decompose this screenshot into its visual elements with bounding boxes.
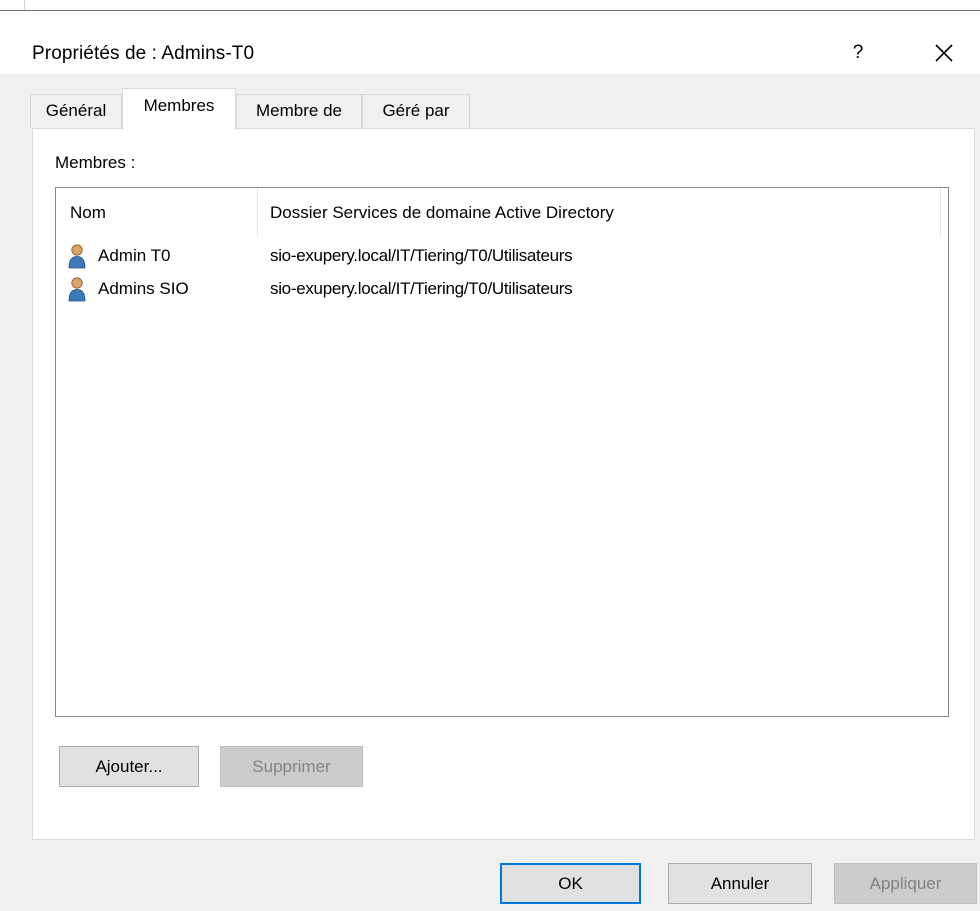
ok-button[interactable]: OK	[500, 863, 641, 904]
add-button[interactable]: Ajouter...	[59, 746, 199, 787]
members-list[interactable]: Nom Dossier Services de domaine Active D…	[55, 187, 949, 717]
member-folder: sio-exupery.local/IT/Tiering/T0/Utilisat…	[270, 279, 573, 298]
user-icon	[68, 277, 86, 302]
background-window-edge	[24, 0, 25, 10]
tab-membres[interactable]: Membres	[122, 88, 236, 130]
dialog-client-area: Général Membres Membre de Géré par Membr…	[0, 74, 980, 911]
tab-membre-de[interactable]: Membre de	[236, 94, 362, 128]
member-name: Admin T0	[98, 246, 171, 265]
list-item[interactable]: Admin T0 sio-exupery.local/IT/Tiering/T0…	[56, 240, 948, 272]
member-folder: sio-exupery.local/IT/Tiering/T0/Utilisat…	[270, 246, 573, 265]
tab-panel-membres: Membres : Nom Dossier Services de domain…	[32, 128, 975, 840]
list-item[interactable]: Admins SIO sio-exupery.local/IT/Tiering/…	[56, 273, 948, 305]
member-name: Admins SIO	[98, 279, 189, 298]
tab-general[interactable]: Général	[30, 94, 122, 128]
window-title: Propriétés de : Admins-T0	[32, 43, 255, 64]
column-divider[interactable]	[257, 188, 258, 236]
close-button[interactable]	[924, 33, 964, 73]
apply-button[interactable]: Appliquer	[834, 863, 977, 904]
tab-gere-par[interactable]: Géré par	[362, 94, 470, 128]
close-icon	[935, 44, 953, 62]
user-icon	[68, 244, 86, 269]
column-header-nom[interactable]: Nom	[70, 203, 106, 223]
cancel-button[interactable]: Annuler	[668, 863, 812, 904]
title-bar[interactable]: Propriétés de : Admins-T0 ?	[0, 11, 980, 74]
members-label: Membres :	[55, 153, 136, 172]
list-header: Nom Dossier Services de domaine Active D…	[56, 188, 948, 236]
remove-button[interactable]: Supprimer	[220, 746, 363, 787]
help-button[interactable]: ?	[840, 33, 876, 73]
column-divider[interactable]	[940, 188, 941, 236]
column-header-dossier[interactable]: Dossier Services de domaine Active Direc…	[270, 203, 614, 223]
